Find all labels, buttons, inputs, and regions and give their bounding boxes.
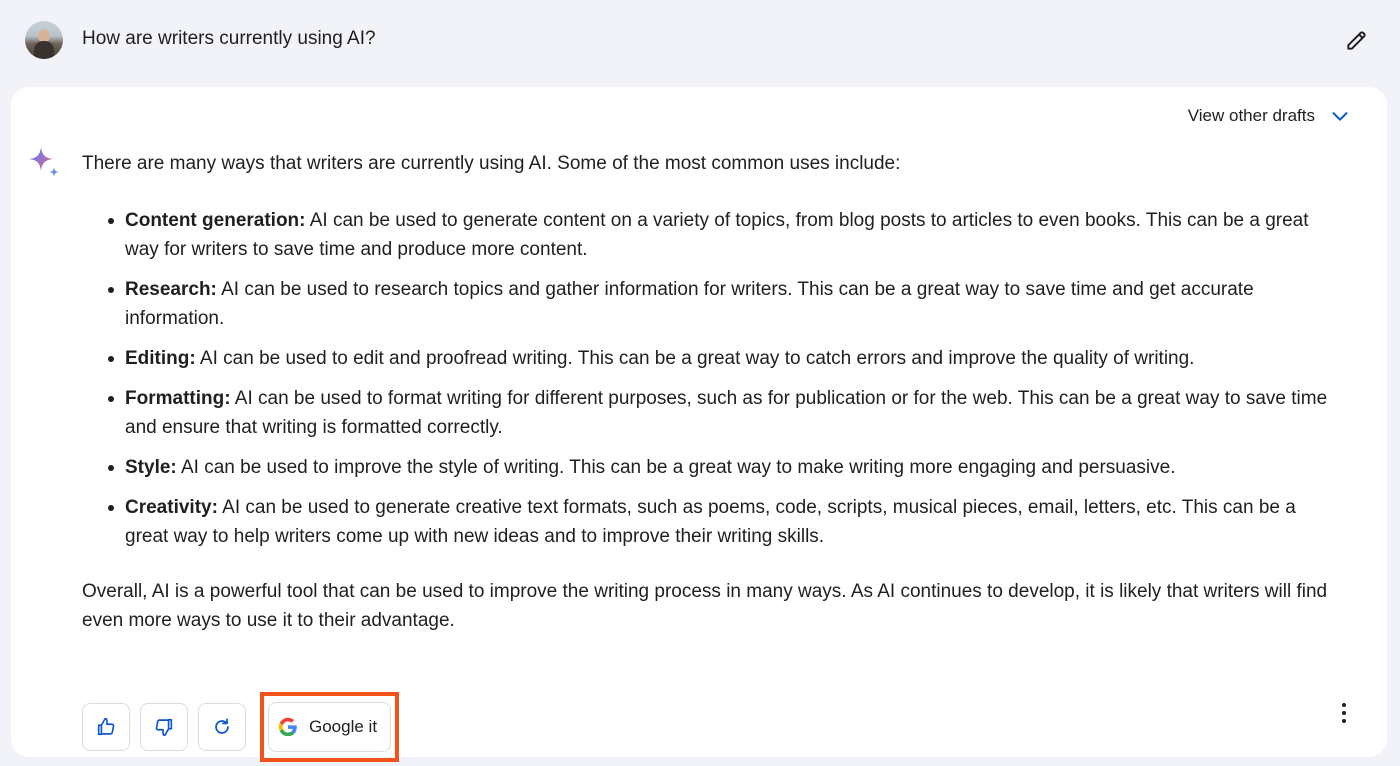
regenerate-icon xyxy=(215,718,229,734)
google-it-button[interactable]: Google it xyxy=(268,702,392,752)
response-actions: Google it xyxy=(82,692,400,762)
chevron-down-icon xyxy=(1332,112,1348,121)
list-item-text: AI can be used to research topics and ga… xyxy=(125,279,1254,329)
response-outro: Overall, AI is a powerful tool that can … xyxy=(82,581,1328,631)
list-item: Style: AI can be used to improve the sty… xyxy=(108,453,1342,482)
prompt-text: How are writers currently using AI? xyxy=(82,28,376,49)
list-item-text: AI can be used to improve the style of w… xyxy=(176,457,1176,478)
list-item-text: AI can be used to edit and proofread wri… xyxy=(195,348,1195,369)
user-avatar xyxy=(25,21,63,59)
list-item-term: Formatting: xyxy=(125,388,231,409)
list-item-term: Style: xyxy=(125,457,177,478)
view-other-drafts-button[interactable]: View other drafts xyxy=(1188,105,1351,127)
regenerate-button[interactable] xyxy=(198,703,246,751)
list-item-term: Editing: xyxy=(125,348,196,369)
more-vert-icon xyxy=(1342,703,1346,707)
uses-list: Content generation: AI can be used to ge… xyxy=(108,206,1342,551)
gemini-sparkle-icon xyxy=(29,147,59,177)
list-item-text: AI can be used to format writing for dif… xyxy=(125,388,1328,438)
google-it-label: Google it xyxy=(309,717,378,736)
list-item: Formatting: AI can be used to format wri… xyxy=(108,384,1342,442)
google-it-highlight: Google it xyxy=(260,692,400,762)
prompt-row: How are writers currently using AI? xyxy=(0,0,1400,82)
list-item: Creativity: AI can be used to generate c… xyxy=(108,493,1342,551)
thumbs-up-button[interactable] xyxy=(82,703,130,751)
view-other-drafts-label: View other drafts xyxy=(1187,106,1315,125)
list-item-term: Creativity: xyxy=(125,497,218,518)
thumbs-down-icon xyxy=(155,718,173,737)
google-logo-icon xyxy=(278,717,297,737)
list-item-term: Content generation: xyxy=(125,210,306,231)
list-item-text: AI can be used to generate creative text… xyxy=(125,497,1296,547)
thumbs-down-button[interactable] xyxy=(140,703,188,751)
more-options-button[interactable] xyxy=(1337,699,1351,727)
list-item: Editing: AI can be used to edit and proo… xyxy=(108,344,1342,373)
pencil-icon[interactable] xyxy=(1344,27,1370,53)
list-item: Research: AI can be used to research top… xyxy=(108,275,1342,333)
list-item: Content generation: AI can be used to ge… xyxy=(108,206,1342,264)
list-item-term: Research: xyxy=(125,279,217,300)
response-body: There are many ways that writers are cur… xyxy=(82,149,1342,635)
thumbs-up-icon xyxy=(97,717,115,736)
response-intro: There are many ways that writers are cur… xyxy=(82,153,901,174)
response-card: View other drafts There are many ways th… xyxy=(11,87,1387,762)
